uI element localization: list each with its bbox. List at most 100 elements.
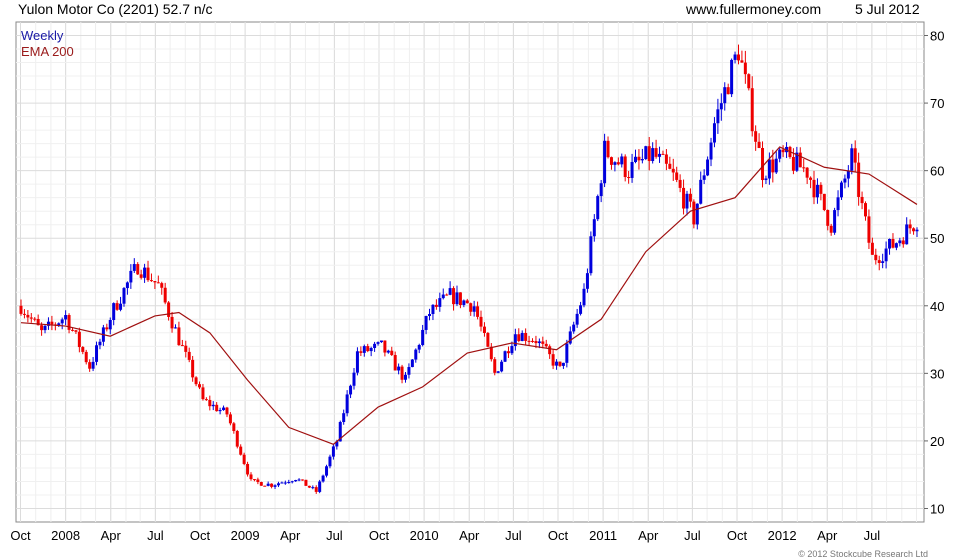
candle-body [108,319,112,330]
candle-body [74,330,78,332]
candle-body [149,280,153,282]
candle-body [802,167,806,169]
candle-body [884,248,888,262]
candle-body [424,316,428,330]
candle-body [867,216,871,243]
candle-body [767,159,771,179]
candle-body [798,152,802,168]
candle-body [599,183,603,197]
candle-body [77,331,81,348]
candle-body [180,345,184,347]
candle-body [654,148,658,157]
candle-body [747,74,751,89]
candle-body [22,313,26,315]
candle-body [603,140,607,184]
candle-body [891,238,895,248]
candle-body [496,371,500,373]
candle-body [836,197,840,211]
candle-body [376,342,380,344]
candle-body [706,159,710,176]
candle-body [187,351,191,360]
candle-body [771,159,775,173]
candle-body [585,273,589,289]
candle-body [510,346,514,354]
candle-body [898,240,902,244]
candle-body [726,87,730,95]
candle-body [19,305,23,314]
x-tick-label: Jul [326,528,343,543]
candle-body [91,361,95,369]
candle-body [280,482,284,484]
candle-body [225,407,229,415]
y-tick-label: 40 [930,299,944,314]
candle-body [455,292,459,305]
candle-body [256,479,260,483]
candle-body [757,141,761,149]
candle-body [170,316,174,329]
plot-area [15,21,925,523]
candle-body [805,167,809,178]
candle-body [524,332,528,341]
x-tick-label: 2012 [768,528,797,543]
candle-body [541,341,545,344]
candle-body [500,361,504,372]
candle-body [644,146,648,160]
price-chart: Oct 2008 Apr Jul Oct 2009 Apr Jul Oct 2010 Apr Jul O… [10,21,944,543]
x-tick-label: Apr [280,528,301,543]
candle-body [479,316,483,327]
candle-body [342,413,346,423]
candle-body [915,229,919,232]
candle-body [815,184,819,198]
candle-body [393,355,397,371]
candle-body [50,321,54,325]
candle-body [633,156,637,163]
x-tick-label: Oct [10,528,31,543]
candle-body [259,482,263,486]
candle-body [774,158,778,173]
candle-body [575,313,579,325]
candle-body [287,482,291,484]
candle-body [311,487,315,489]
candle-body [778,149,782,159]
candle-body [826,210,830,226]
candle-body [153,281,157,283]
candle-body [273,485,277,487]
x-tick-label: Apr [459,528,480,543]
candle-body [520,332,524,342]
candle-body [352,372,356,386]
candle-body [462,300,466,305]
candle-body [627,177,631,179]
y-tick-label: 10 [930,501,944,516]
candle-body [129,270,133,283]
candle-body [912,228,916,232]
candle-body [314,487,318,492]
copyright-notice: © 2012 Stockcube Research Ltd [798,549,928,559]
candle-body [874,254,878,261]
candle-body [894,243,898,248]
candle-body [743,62,747,75]
candle-body [716,109,720,124]
candle-body [833,210,837,233]
candle-body [81,347,85,352]
candle-body [692,201,696,225]
candle-body [136,264,140,275]
candle-body [294,480,298,482]
candle-body [534,341,538,344]
candle-body [112,303,116,320]
candle-body [177,327,181,346]
candle-body [472,306,476,312]
candle-body [709,142,713,160]
candle-body [908,224,912,229]
candle-body [719,103,723,110]
candle-body [428,314,432,317]
candle-body [544,343,548,347]
candle-body [613,162,617,165]
candle-body [88,362,92,369]
candle-body [325,466,329,476]
candle-body [156,282,160,284]
candle-body [119,303,123,310]
candle-body [829,225,833,233]
candle-body [421,329,425,346]
candle-body [506,351,510,354]
candle-body [548,346,552,355]
